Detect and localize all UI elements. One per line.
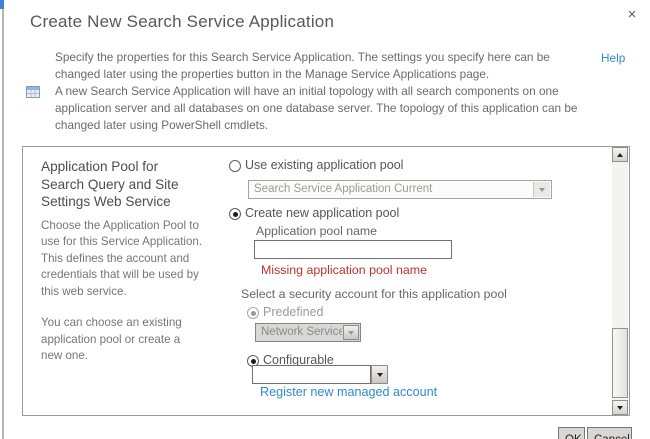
scroll-up-button[interactable] [612,147,628,162]
table-icon [26,85,40,103]
predefined-account-value: Network Service [261,324,342,341]
dropdown-arrow-icon [533,182,550,197]
scroll-down-arrow-icon [617,406,623,410]
use-existing-pool-label: Use existing application pool [245,158,403,172]
register-managed-account-link[interactable]: Register new managed account [260,385,437,399]
dialog-description: Specify the properties for this Search S… [55,49,592,134]
application-pool-section: Application Pool for Search Query and Si… [22,146,630,416]
predefined-label: Predefined [263,305,323,319]
window-corner-artifact [0,0,4,9]
pool-name-label: Application pool name [256,224,377,238]
configurable-account-input[interactable] [252,365,371,384]
close-icon[interactable]: × [622,5,642,25]
pool-name-input[interactable] [254,240,452,259]
section-body-1: Choose the Application Pool to use for t… [41,218,203,301]
pool-name-error: Missing application pool name [261,263,427,277]
create-new-pool-label: Create new application pool [245,206,399,220]
help-link[interactable]: Help [601,51,625,65]
create-search-service-dialog: Create New Search Service Application × … [0,0,650,439]
vertical-scrollbar[interactable] [612,147,628,415]
section-description-panel: Application Pool for Search Query and Si… [41,158,203,365]
predefined-radio [247,307,259,319]
description-paragraph-2: A new Search Service Application will ha… [55,83,592,134]
create-new-pool-radio[interactable] [229,208,241,220]
existing-pool-dropdown-value: Search Service Application Current [254,181,533,198]
scrollbar-thumb[interactable] [612,328,628,398]
use-existing-pool-radio[interactable] [229,160,241,172]
dialog-title: Create New Search Service Application [30,12,334,32]
description-paragraph-1: Specify the properties for this Search S… [55,49,592,83]
scroll-down-button[interactable] [612,400,628,415]
scroll-up-arrow-icon [617,153,623,157]
section-body-2: You can choose an existing application p… [41,315,203,365]
security-account-label: Select a security account for this appli… [241,287,507,301]
cancel-button[interactable]: Cancel [587,427,632,439]
dropdown-arrow-icon [343,325,359,340]
section-heading: Application Pool for Search Query and Si… [41,158,203,211]
existing-pool-dropdown: Search Service Application Current [248,180,552,199]
predefined-account-dropdown: Network Service [255,323,361,342]
ok-button[interactable]: OK [558,427,585,439]
window-left-border [2,0,4,439]
configurable-dropdown-button[interactable] [371,365,388,384]
